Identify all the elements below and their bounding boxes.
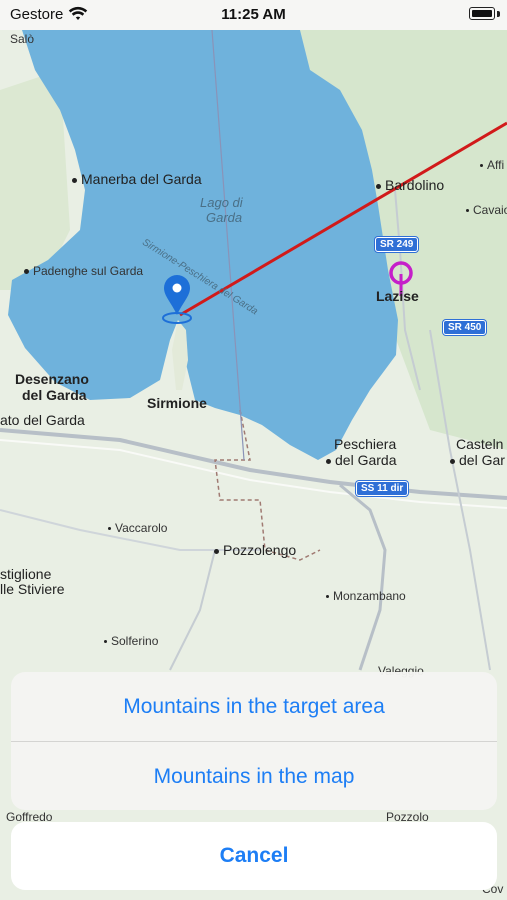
label-padenghe: Padenghe sul Garda [24,264,143,278]
label-solferino: Solferino [104,634,158,648]
status-time: 11:25 AM [221,6,286,23]
label-peschiera-1: Peschiera [334,436,397,452]
label-desenzano-1: Desenzano [15,371,89,387]
label-castelnuovo-2: del Gar [450,452,505,468]
label-vaccarolo: Vaccarolo [108,521,167,535]
label-peschiera-2: del Garda [326,452,396,468]
cancel-button[interactable]: Cancel [11,822,497,890]
label-lonato: ato del Garda [0,412,85,428]
option-mountains-in-map[interactable]: Mountains in the map [11,742,497,810]
label-lago-1: Lago di [200,195,243,210]
label-manerba: Manerba del Garda [72,171,202,187]
battery-tip [497,11,500,17]
label-salo: Salò [10,32,35,46]
label-sirmione: Sirmione [147,395,207,411]
status-bar: Gestore 11:25 AM [0,0,507,30]
action-sheet: Mountains in the target area Mountains i… [11,672,497,810]
label-castiglione-1: stiglione [0,566,52,582]
label-lago-2: Garda [206,210,243,225]
label-monzambano: Monzambano [326,589,406,603]
label-castiglione-2: lle Stiviere [0,581,65,597]
battery-icon [469,7,495,20]
label-lazise: Lazise [376,288,419,304]
road-shield-ss11dir: SS 11 dir [356,481,409,496]
road-shield-sr450: SR 450 [443,320,487,335]
label-bardolino: Bardolino [376,177,444,193]
label-pozzolengo: Pozzolengo [214,542,296,558]
label-desenzano-2: del Garda [22,387,87,403]
label-castelnuovo-1: Casteln [456,436,504,452]
label-affi: Affi [480,158,504,172]
option-mountains-target-area[interactable]: Mountains in the target area [11,672,497,741]
road-shield-sr249: SR 249 [375,237,419,252]
label-cavaion: Cavaio [466,203,507,217]
